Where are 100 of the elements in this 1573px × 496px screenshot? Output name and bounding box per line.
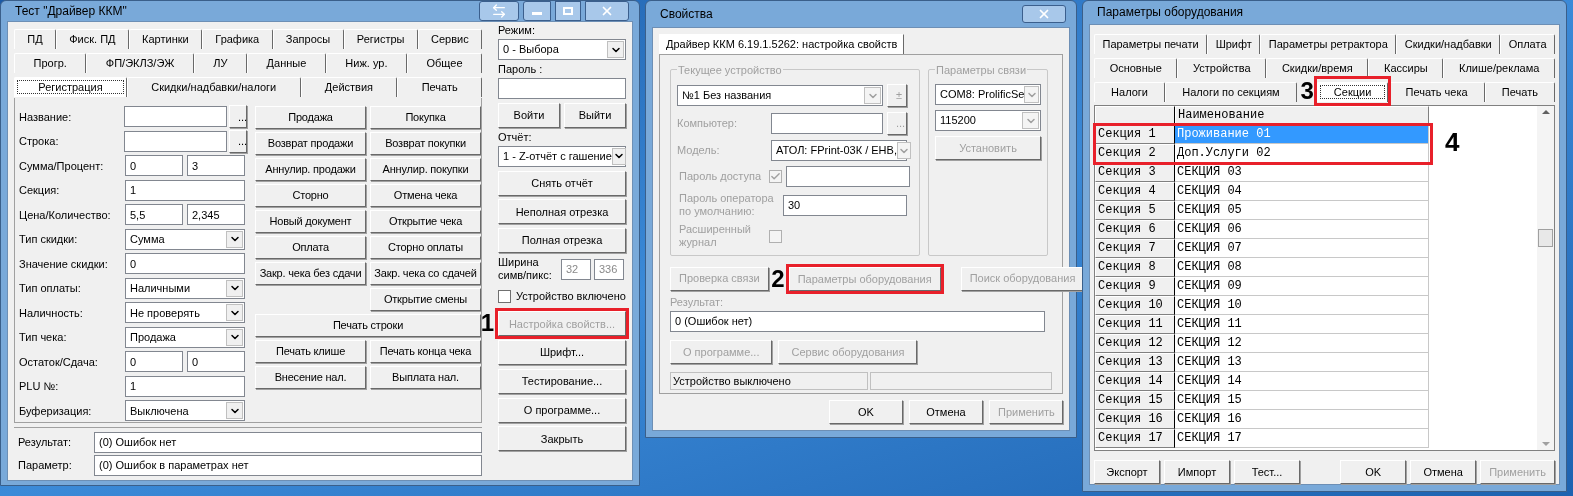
grid-row[interactable]: Секция 1 Проживание 01	[1095, 124, 1431, 144]
text-field[interactable]: 0	[187, 351, 245, 373]
scrollbar[interactable]	[1537, 105, 1554, 450]
dialog-button[interactable]: Отмена	[909, 399, 983, 424]
action-button[interactable]: Отмена чека	[370, 184, 481, 207]
text-field[interactable]: 0	[125, 351, 183, 373]
tab[interactable]: Регистры	[343, 28, 418, 49]
tab[interactable]: Печать чека	[1388, 81, 1485, 102]
checkbox[interactable]	[498, 289, 511, 303]
tab[interactable]: Налоги по секциям	[1165, 81, 1297, 102]
action-button[interactable]: Печать клише	[255, 340, 366, 363]
side-button[interactable]: О программе...	[498, 397, 626, 423]
tab[interactable]: Регистрация	[14, 76, 127, 97]
dropdown[interactable]: Не проверять	[125, 302, 245, 324]
tab[interactable]: Параметры печати	[1094, 33, 1208, 54]
tab[interactable]: Параметры ретрактора	[1260, 33, 1397, 54]
action-button[interactable]: Аннулир. покупки	[370, 158, 481, 181]
action-button[interactable]: Сторно	[255, 184, 366, 207]
tab[interactable]: Запросы	[272, 28, 344, 49]
text-field[interactable]: 1	[125, 375, 245, 397]
dropdown[interactable]: Наличными	[125, 277, 245, 299]
action-button[interactable]: Покупка	[370, 106, 481, 129]
dropdown[interactable]: COM8: ProlificSe	[935, 84, 1041, 105]
tab[interactable]: Фиск. ПД	[55, 28, 129, 49]
result-field[interactable]: (0) Ошибок в параметрах нет	[94, 454, 482, 476]
tab[interactable]: Действия	[300, 76, 398, 97]
text-field[interactable]: 2,345	[187, 204, 245, 226]
tab[interactable]: ЛУ	[193, 52, 248, 73]
action-button[interactable]: Печать строки	[255, 314, 481, 337]
side-button[interactable]: Войти	[498, 102, 560, 128]
dropdown[interactable]: 115200	[935, 110, 1041, 131]
tab[interactable]: Скидки/надбавки	[1396, 33, 1501, 54]
action-button[interactable]: Оплата	[255, 236, 366, 259]
tab[interactable]: Графика	[202, 28, 273, 49]
action-button[interactable]: Новый документ	[255, 210, 366, 233]
tab[interactable]: Оплата	[1500, 33, 1555, 54]
tab[interactable]: ПД	[14, 28, 56, 49]
text-field[interactable]: 3	[187, 155, 245, 177]
side-button[interactable]: Выйти	[564, 102, 626, 128]
tab[interactable]: Картинки	[128, 28, 202, 49]
text-field[interactable]	[124, 130, 227, 152]
resize-icon[interactable]	[479, 1, 519, 21]
side-button[interactable]: Неполная отрезка	[498, 199, 626, 225]
close-button[interactable]	[585, 1, 629, 21]
dropdown[interactable]: Выключена	[125, 400, 245, 422]
tab[interactable]: Основные	[1094, 57, 1178, 78]
tab[interactable]: Сервис	[417, 28, 483, 49]
tab[interactable]: Печать	[397, 76, 482, 97]
tab[interactable]: Секции	[1316, 81, 1389, 102]
close-button[interactable]	[1022, 5, 1066, 23]
text-field[interactable]: 0	[125, 253, 245, 275]
action-button[interactable]: Аннулир. продажи	[255, 158, 366, 181]
action-button[interactable]: Сторно оплаты	[370, 236, 481, 259]
dialog-button[interactable]: Тест...	[1234, 460, 1300, 484]
side-button[interactable]: Полная отрезка	[498, 228, 626, 253]
dialog-button[interactable]: OK	[1340, 460, 1407, 484]
tab[interactable]: Налоги	[1094, 81, 1166, 102]
action-button[interactable]: Открытие чека	[370, 210, 481, 233]
tab[interactable]: Клише/реклама	[1443, 57, 1555, 78]
tab[interactable]: Общее	[407, 52, 483, 73]
text-field[interactable]	[786, 166, 910, 187]
dialog-button[interactable]: Отмена	[1410, 460, 1477, 484]
text-field[interactable]: 1	[125, 179, 245, 201]
dropdown[interactable]: Сумма	[125, 228, 245, 250]
browse-button[interactable]: ...	[229, 105, 247, 129]
side-button[interactable]: Закрыть	[498, 426, 626, 452]
text-field[interactable]	[498, 78, 626, 99]
browse-button[interactable]: ...	[229, 129, 247, 153]
text-field[interactable]: 5,5	[125, 204, 183, 226]
dropdown[interactable]: 1 - Z-отчёт с гашение	[498, 145, 626, 167]
dropdown[interactable]: Продажа	[125, 326, 245, 348]
action-button[interactable]: Закр. чека без сдачи	[255, 262, 366, 285]
side-button[interactable]: Тестирование...	[498, 368, 626, 394]
dialog-button[interactable]: Импорт	[1164, 460, 1230, 484]
tab[interactable]: Данные	[247, 52, 326, 73]
dropdown[interactable]: 0 - Выбора	[498, 39, 626, 60]
minimize-button[interactable]	[523, 1, 551, 21]
tab[interactable]: Ниж. ур.	[325, 52, 407, 73]
text-field[interactable]	[771, 113, 883, 134]
side-button[interactable]: Снять отчёт	[498, 170, 626, 196]
tab[interactable]: Прогр.	[14, 52, 87, 73]
action-button[interactable]: Возврат продажи	[255, 132, 366, 155]
text-field[interactable]	[124, 106, 227, 128]
action-button[interactable]: Продажа	[255, 106, 366, 129]
dialog-button[interactable]: OK	[829, 399, 903, 424]
tab[interactable]: Печать	[1484, 81, 1555, 102]
tab[interactable]: Устройства	[1177, 57, 1267, 78]
tab[interactable]: ФП/ЭКЛЗ/ЭЖ	[86, 52, 194, 73]
result-field[interactable]: (0) Ошибок нет	[94, 431, 482, 453]
dialog-button[interactable]: Экспорт	[1094, 460, 1160, 484]
tab[interactable]: Скидки/время	[1266, 57, 1369, 78]
maximize-button[interactable]	[555, 1, 581, 21]
result-field[interactable]: 0 (Ошибок нет)	[670, 310, 1045, 332]
tab[interactable]: Скидки/надбавки/налоги	[126, 76, 301, 97]
action-button[interactable]: Печать конца чека	[370, 340, 481, 363]
text-field[interactable]: 0	[125, 155, 183, 177]
action-button[interactable]: Выплата нал.	[370, 366, 481, 389]
tab[interactable]: Драйвер ККМ 6.19.1.5262: настройка свойств	[659, 34, 905, 54]
tab[interactable]: Кассиры	[1368, 57, 1444, 78]
side-button[interactable]: Шрифт...	[498, 340, 626, 365]
